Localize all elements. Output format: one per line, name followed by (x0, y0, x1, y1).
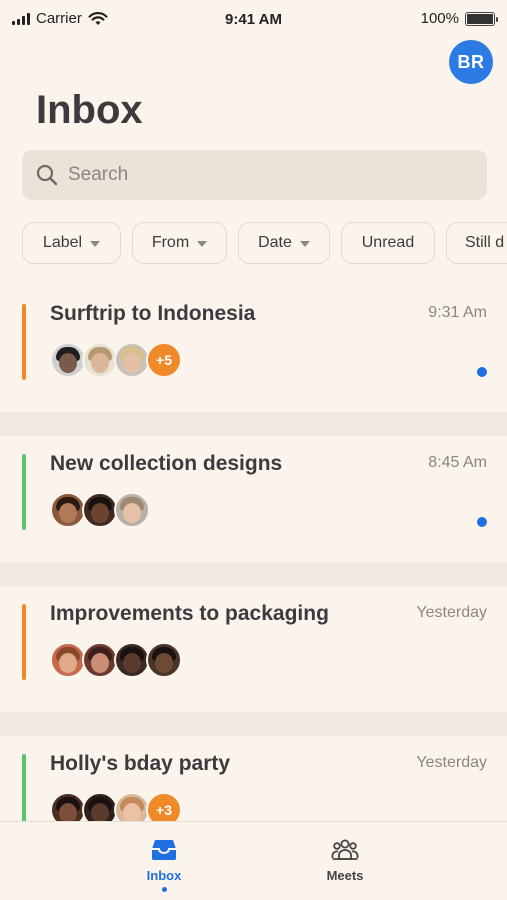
tab-meets-label: Meets (326, 868, 364, 883)
chevron-down-icon (197, 241, 208, 247)
participant-avatar (146, 642, 182, 678)
filter-from-chip[interactable]: From (132, 222, 227, 264)
filter-unread-chip[interactable]: Unread (341, 222, 435, 264)
tab-inbox-label: Inbox (146, 868, 182, 883)
unread-dot (477, 367, 487, 377)
search-bar[interactable] (22, 150, 487, 200)
participant-avatar (82, 642, 118, 678)
filter-date-chip[interactable]: Date (238, 222, 330, 264)
people-icon (331, 839, 359, 860)
participant-avatar (50, 342, 86, 378)
inbox-icon (152, 840, 176, 860)
page-title: Inbox (36, 88, 143, 132)
participant-avatar (82, 342, 118, 378)
search-input[interactable] (68, 164, 448, 186)
thread-accent-bar (22, 754, 26, 830)
chevron-down-icon (299, 241, 310, 247)
thread-item[interactable]: Surftrip to Indonesia 9:31 Am +5 (0, 286, 507, 412)
participant-avatar (50, 642, 86, 678)
divider (0, 712, 507, 736)
unread-dot (477, 517, 487, 527)
thread-time: Yesterday (416, 754, 487, 771)
participant-avatar (50, 492, 86, 528)
filter-label-chip[interactable]: Label (22, 222, 121, 264)
status-right: 100% (420, 10, 498, 27)
participant-avatar (114, 642, 150, 678)
participant-avatars: +5 (50, 342, 182, 378)
filter-chip-label: Unread (361, 234, 415, 251)
filter-chip-label: Date (258, 234, 292, 251)
battery-percent: 100% (420, 10, 459, 27)
thread-accent-bar (22, 604, 26, 680)
tab-meets[interactable]: Meets (300, 838, 390, 883)
filter-chip-label: Still d (465, 234, 505, 251)
thread-time: 9:31 Am (428, 304, 487, 321)
search-icon (36, 164, 58, 186)
thread-accent-bar (22, 304, 26, 380)
filter-still-chip[interactable]: Still d (446, 222, 507, 264)
more-participants-badge: +5 (146, 342, 182, 378)
thread-accent-bar (22, 454, 26, 530)
user-avatar[interactable]: BR (449, 40, 493, 84)
thread-title: Improvements to packaging (50, 602, 329, 625)
battery-icon (465, 11, 498, 26)
participant-avatar (114, 492, 150, 528)
status-bar: Carrier 9:41 AM 100% (0, 0, 507, 38)
thread-time: 8:45 Am (428, 454, 487, 471)
divider (0, 562, 507, 586)
thread-time: Yesterday (416, 604, 487, 621)
thread-title: Holly's bday party (50, 752, 231, 775)
participant-avatar (82, 492, 118, 528)
participant-avatars (50, 642, 182, 678)
participant-avatars (50, 492, 150, 528)
bottom-tab-bar: Inbox Meets (0, 821, 507, 900)
filter-chip-label: From (151, 234, 190, 251)
thread-item[interactable]: Improvements to packaging Yesterday (0, 586, 507, 712)
filter-chips: Label From Date Unread Still d (22, 222, 507, 264)
filter-chip-label: Label (42, 234, 83, 251)
thread-item[interactable]: New collection designs 8:45 Am (0, 436, 507, 562)
battery-fill (467, 13, 493, 24)
divider (0, 412, 507, 436)
thread-list: Surftrip to Indonesia 9:31 Am +5 New col… (0, 286, 507, 862)
thread-title: Surftrip to Indonesia (50, 302, 256, 325)
participant-avatar (114, 342, 150, 378)
tab-inbox[interactable]: Inbox (119, 838, 209, 892)
chevron-down-icon (90, 241, 101, 247)
thread-title: New collection designs (50, 452, 283, 475)
active-tab-indicator (161, 887, 167, 892)
